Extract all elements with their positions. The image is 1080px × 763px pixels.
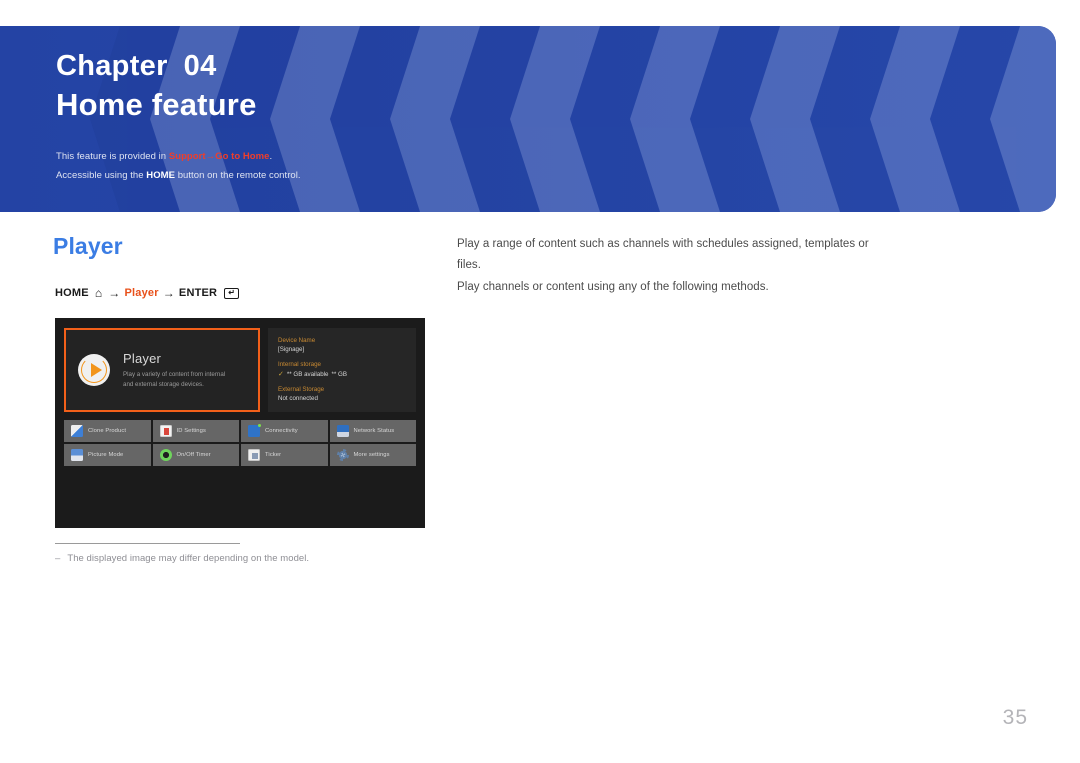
device-name-label: Device Name (278, 337, 316, 344)
internal-storage-total: ** GB (331, 370, 347, 378)
device-info-panel: Device Name [Signage] Internal storage ✓… (268, 328, 416, 412)
breadcrumb-home-label: HOME (55, 287, 89, 299)
connectivity-icon (248, 424, 261, 437)
note1-suffix: . (269, 151, 273, 163)
breadcrumb: HOME ⌂ → Player → ENTER ↵ (55, 286, 240, 300)
internal-storage-label: Internal storage (278, 360, 321, 368)
note1-link-support: Support (168, 151, 206, 163)
player-card-desc-line1: Play a variety of content from internal (123, 370, 226, 378)
external-storage-label: External Storage (278, 386, 325, 394)
note1-link-go-to-home: Go to Home (215, 151, 270, 163)
note1-prefix: This feature is provided in (56, 151, 169, 163)
footnote-text: The displayed image may differ depending… (67, 553, 310, 564)
banner-content: Chapter 04 Home feature This feature is … (56, 50, 301, 185)
page-number: 35 (1002, 706, 1028, 729)
player-card-description: Play a variety of content from internal … (123, 370, 246, 389)
player-card-text: Player Play a variety of content from in… (123, 351, 246, 389)
internal-storage-available: ** GB available (286, 370, 329, 378)
note2-home-key: HOME (146, 169, 175, 181)
home-tile-grid: Clone Product ID Settings Connectivity N… (64, 420, 416, 466)
chapter-banner: Chapter 04 Home feature This feature is … (0, 26, 1056, 212)
tile-label: On/Off Timer (176, 452, 211, 458)
ticker-icon (248, 449, 260, 461)
picture-mode-icon (71, 449, 83, 461)
tile-more-settings[interactable]: More settings (329, 444, 416, 466)
home-screen-screenshot: Player Play a variety of content from in… (55, 318, 425, 528)
tile-label: Network Status (353, 428, 395, 434)
tile-connectivity[interactable]: Connectivity (241, 420, 328, 442)
network-status-icon (336, 425, 349, 437)
enter-key-glyph: ↵ (228, 288, 236, 297)
gear-icon (336, 449, 349, 461)
screenshot-top-row: Player Play a variety of content from in… (64, 328, 416, 412)
banner-note-1: This feature is provided in Support→Go t… (56, 148, 301, 167)
body-line-1: Play a range of content such as channels… (457, 238, 869, 272)
page-title: Player (53, 233, 123, 259)
chapter-label: Chapter (56, 50, 168, 82)
note2-prefix: Accessible using the (56, 169, 147, 181)
tile-network-status[interactable]: Network Status (329, 420, 416, 442)
tile-label: Clone Product (88, 428, 127, 434)
chapter-heading: Chapter 04 (56, 50, 301, 83)
home-icon: ⌂ (94, 286, 103, 300)
note1-arrow: → (205, 151, 216, 163)
tile-picture-mode[interactable]: Picture Mode (64, 444, 151, 466)
device-name-value: [Signage] (278, 345, 305, 353)
player-card-title: Player (123, 350, 162, 366)
chapter-number: 04 (183, 50, 217, 82)
body-text: Play a range of content such as channels… (457, 234, 877, 298)
banner-note-2: Accessible using the HOME button on the … (56, 167, 301, 186)
on-off-timer-icon (159, 449, 172, 461)
player-card-desc-line2: and external storage devices. (123, 380, 204, 388)
check-icon: ✓ (278, 370, 284, 378)
screenshot-inner: Player Play a variety of content from in… (55, 318, 425, 528)
tile-on-off-timer[interactable]: On/Off Timer (152, 444, 239, 466)
breadcrumb-player-label: Player (124, 287, 159, 299)
clone-product-icon (71, 425, 83, 437)
chapter-title: Home feature (56, 87, 257, 123)
breadcrumb-enter-label: ENTER (178, 287, 218, 299)
tile-label: ID Settings (176, 428, 206, 434)
tile-label: Connectivity (265, 428, 298, 434)
enter-key-icon: ↵ (224, 287, 240, 299)
body-line-2: Play channels or content using any of th… (457, 280, 769, 293)
id-settings-icon (159, 425, 172, 437)
banner-notes: This feature is provided in Support→Go t… (56, 148, 301, 185)
play-ring (81, 357, 107, 383)
player-card[interactable]: Player Play a variety of content from in… (64, 328, 260, 412)
tile-label: More settings (353, 452, 390, 458)
tile-id-settings[interactable]: ID Settings (152, 420, 239, 442)
tile-label: Ticker (265, 452, 282, 458)
external-storage-value: Not connected (278, 395, 318, 403)
internal-storage-value: ✓ ** GB available ** GB (278, 370, 406, 380)
footnote-dash: ‒ (55, 553, 61, 564)
breadcrumb-arrow-1: → (108, 286, 121, 300)
manual-page: Chapter 04 Home feature This feature is … (0, 0, 1080, 763)
footnote: ‒ The displayed image may differ dependi… (55, 553, 309, 564)
tile-ticker[interactable]: Ticker (241, 444, 328, 466)
note2-suffix: button on the remote control. (175, 169, 301, 181)
tile-clone-product[interactable]: Clone Product (64, 420, 151, 442)
footnote-divider (55, 543, 240, 544)
breadcrumb-arrow-2: → (162, 286, 175, 300)
play-circle-icon (78, 354, 110, 386)
tile-label: Picture Mode (88, 452, 124, 458)
